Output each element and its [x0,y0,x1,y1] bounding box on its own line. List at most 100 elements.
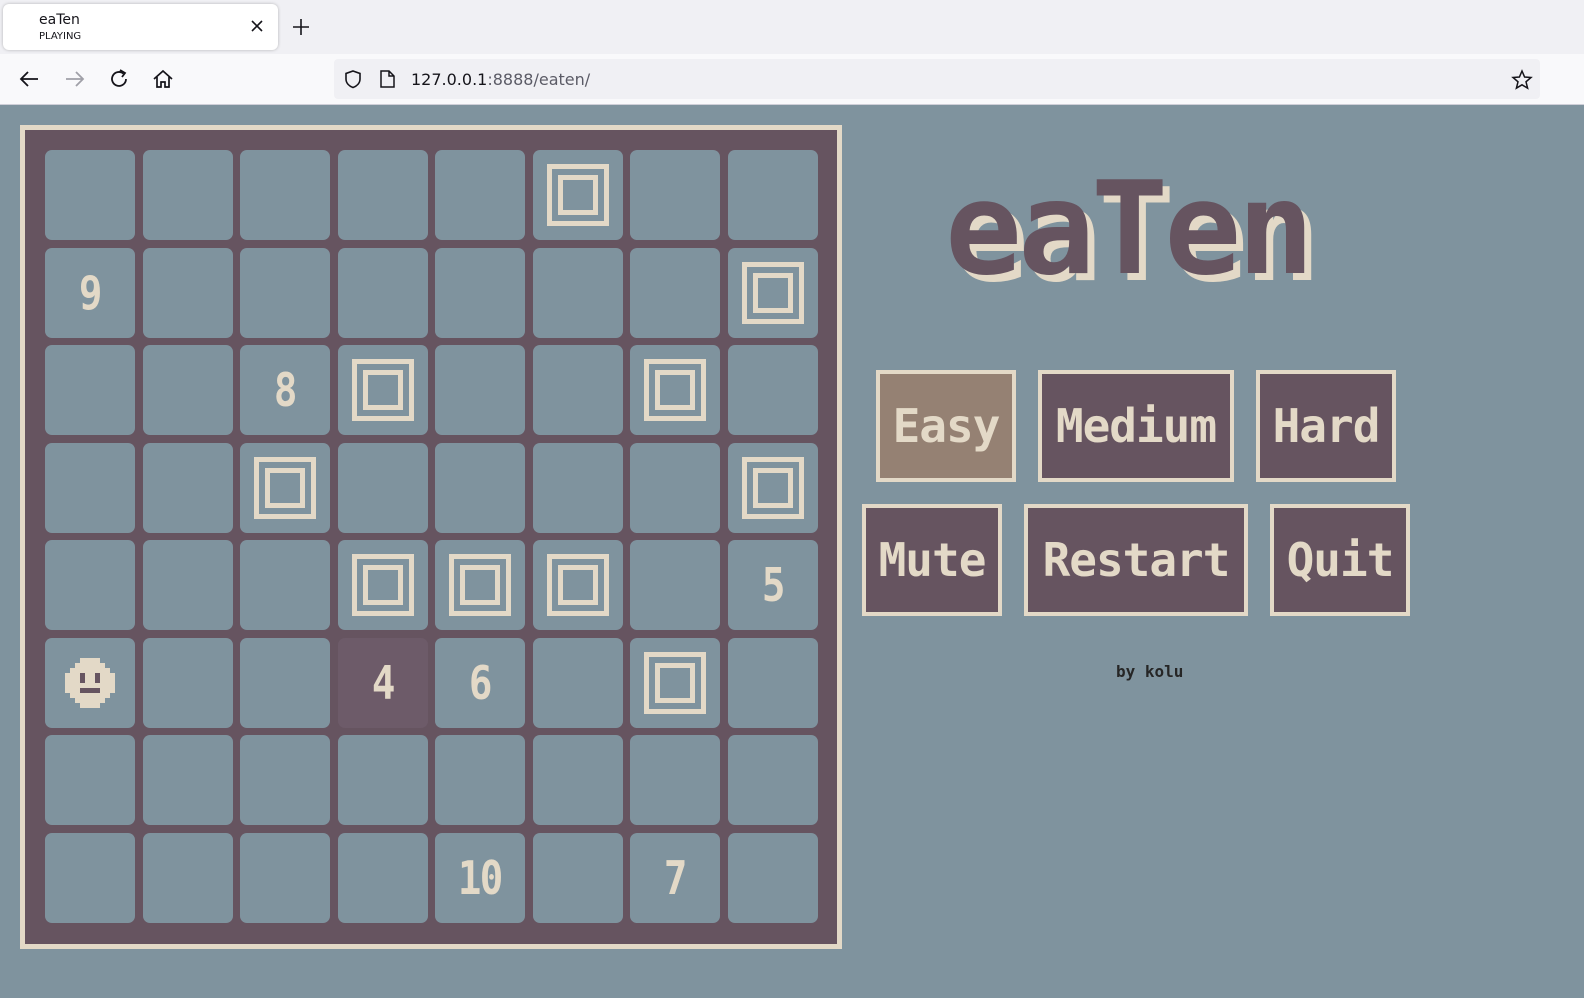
board-cell[interactable] [532,735,623,825]
number-cell[interactable]: 5 [727,540,818,630]
board-cell[interactable] [727,150,818,240]
board-cell[interactable] [240,150,330,240]
url-text[interactable]: 127.0.0.1:8888/eaten/ [411,70,590,89]
browser-tab[interactable]: eaTen PLAYING [3,4,278,50]
reload-icon[interactable] [106,66,132,92]
board-cell[interactable] [435,345,525,435]
board-cell[interactable] [630,540,720,630]
forward-arrow-icon[interactable] [61,66,87,92]
board-cell[interactable] [630,150,720,240]
wall-cell[interactable] [532,150,623,240]
wall-cell[interactable] [337,540,428,630]
board-cell[interactable] [435,442,525,533]
quit-button[interactable]: Quit [1270,504,1410,616]
board-cell[interactable] [142,540,233,630]
cell-number: 9 [79,265,103,320]
shield-icon[interactable] [342,68,364,90]
wall-cell[interactable] [240,442,330,533]
wall-cell[interactable] [630,345,720,435]
wall-cell[interactable] [337,345,428,435]
cell-number: 8 [274,363,298,417]
home-icon[interactable] [150,66,176,92]
wall-block-icon [741,261,804,324]
medium-button[interactable]: Medium [1038,370,1234,482]
number-cell[interactable]: 6 [435,637,525,728]
navigation-bar: 127.0.0.1:8888/eaten/ [0,54,1584,105]
board-cell[interactable] [630,442,720,533]
board-cell[interactable] [532,637,623,728]
wall-cell[interactable] [727,442,818,533]
cell-number: 6 [469,655,493,710]
game-logo: eaTen [945,160,1355,300]
player-cell[interactable] [45,637,135,728]
board-cell[interactable] [532,832,623,923]
board-cell[interactable] [727,637,818,728]
address-bar[interactable]: 127.0.0.1:8888/eaten/ [334,59,1540,99]
eaten-number-cell[interactable]: 4 [337,637,428,728]
wall-block-icon [546,164,609,226]
board-cell[interactable] [45,442,135,533]
credit-text: by kolu [1116,662,1184,681]
easy-button[interactable]: Easy [876,370,1016,482]
page-icon[interactable] [376,68,398,90]
board-cell[interactable] [630,735,720,825]
wall-cell[interactable] [532,540,623,630]
board-cell[interactable] [435,150,525,240]
wall-cell[interactable] [630,637,720,728]
close-icon[interactable] [247,16,267,36]
wall-block-icon [351,554,414,616]
url-path: :8888/eaten/ [487,70,591,89]
board-cell[interactable] [337,735,428,825]
board-cell[interactable] [45,540,135,630]
number-cell[interactable]: 9 [45,247,135,338]
hard-button[interactable]: Hard [1256,370,1396,482]
board-cell[interactable] [435,247,525,338]
browser-tab-bar: eaTen PLAYING [0,0,1584,54]
wall-cell[interactable] [727,247,818,338]
board-cell[interactable] [532,345,623,435]
board-cell[interactable] [240,735,330,825]
board-cell[interactable] [240,540,330,630]
board-cell[interactable] [240,832,330,923]
number-cell[interactable]: 7 [630,832,720,923]
board-cell[interactable] [435,735,525,825]
board-cell[interactable] [727,735,818,825]
board-cell[interactable] [337,832,428,923]
board-cell[interactable] [337,247,428,338]
board-cell[interactable] [727,345,818,435]
board-cell[interactable] [142,345,233,435]
cell-number: 5 [761,558,786,612]
restart-button[interactable]: Restart [1024,504,1248,616]
cell-number: 10 [458,850,503,905]
board-cell[interactable] [240,637,330,728]
wall-cell[interactable] [435,540,525,630]
board-cell[interactable] [240,247,330,338]
bookmark-star-icon[interactable] [1510,68,1534,92]
url-host: 127.0.0.1 [411,70,488,89]
board-cell[interactable] [337,442,428,533]
board-cell[interactable] [630,247,720,338]
number-cell[interactable]: 8 [240,345,330,435]
mute-button[interactable]: Mute [862,504,1002,616]
board-cell[interactable] [142,247,233,338]
board-cell[interactable] [142,735,233,825]
board-cell[interactable] [727,832,818,923]
back-arrow-icon[interactable] [17,66,43,92]
board-cell[interactable] [45,150,135,240]
board-cell[interactable] [337,150,428,240]
board-cell[interactable] [142,442,233,533]
board-cell[interactable] [142,832,233,923]
wall-block-icon [644,359,706,421]
board-cell[interactable] [142,637,233,728]
player-face-icon [65,657,115,708]
cell-number: 7 [664,850,688,905]
board-cell[interactable] [532,442,623,533]
board-cell[interactable] [532,247,623,338]
board-cell[interactable] [45,735,135,825]
plus-icon[interactable] [290,16,312,38]
number-cell[interactable]: 10 [435,832,525,923]
board-cell[interactable] [142,150,233,240]
cell-number: 4 [371,655,396,710]
board-cell[interactable] [45,345,135,435]
board-cell[interactable] [45,832,135,923]
